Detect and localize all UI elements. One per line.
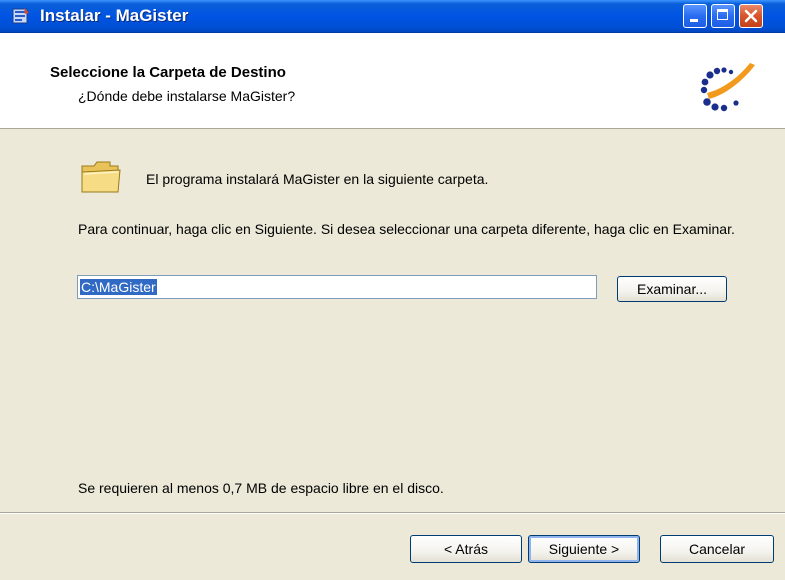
maximize-button[interactable]: [711, 4, 735, 28]
disk-space-text: Se requieren al menos 0,7 MB de espacio …: [78, 480, 444, 496]
maximize-icon: [717, 9, 728, 20]
wizard-header: Seleccione la Carpeta de Destino ¿Dónde …: [0, 33, 785, 129]
next-button[interactable]: Siguiente >: [528, 535, 640, 563]
title-bar[interactable]: Instalar - MaGister: [0, 0, 785, 33]
browse-button[interactable]: Examinar...: [617, 276, 727, 302]
minimize-icon: [690, 19, 698, 22]
window-title: Instalar - MaGister: [40, 6, 189, 25]
footer-divider: [0, 512, 785, 514]
magister-logo-icon: [700, 63, 755, 112]
back-button[interactable]: < Atrás: [410, 535, 522, 563]
folder-icon: [81, 161, 121, 193]
instructions-text: Para continuar, haga clic en Siguiente. …: [78, 221, 735, 237]
destination-path-value: C:\MaGister: [80, 279, 157, 295]
minimize-button[interactable]: [683, 4, 707, 28]
installer-app-icon: [12, 8, 29, 24]
cancel-button[interactable]: Cancelar: [660, 535, 774, 563]
page-title: Seleccione la Carpeta de Destino: [50, 64, 286, 81]
page-subtitle: ¿Dónde debe instalarse MaGister?: [78, 88, 296, 104]
close-button[interactable]: [739, 4, 763, 28]
intro-text: El programa instalará MaGister en la sig…: [146, 171, 489, 187]
installer-window: Instalar - MaGister Seleccione la Carpet…: [0, 0, 785, 580]
destination-path-input[interactable]: C:\MaGister: [77, 275, 597, 299]
close-icon: [744, 9, 758, 23]
